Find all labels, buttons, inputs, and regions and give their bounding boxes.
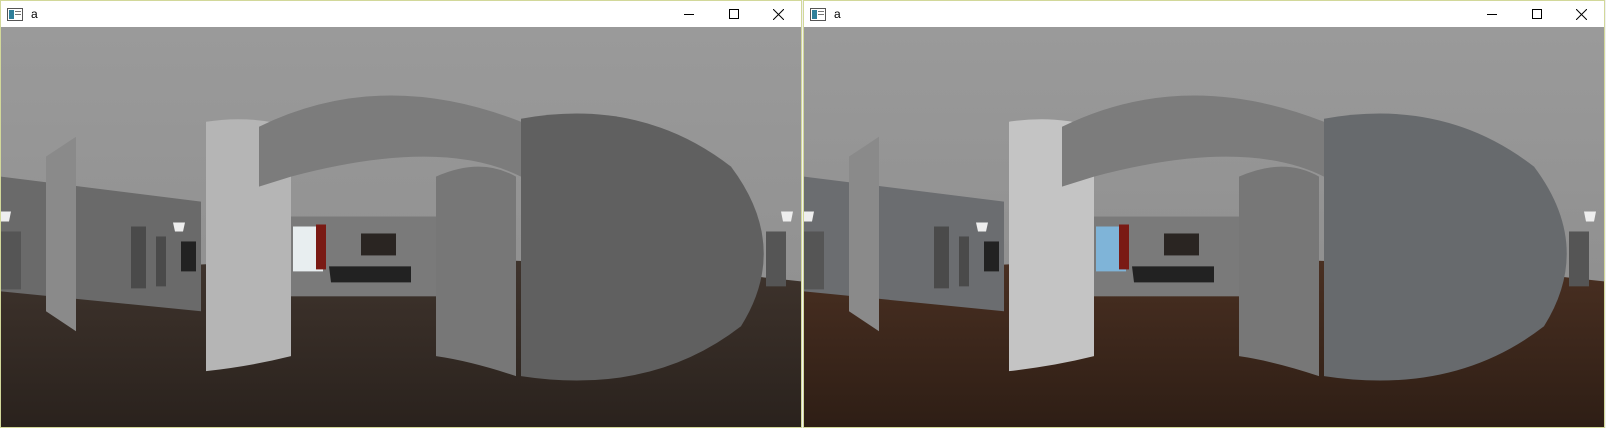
minimize-icon: [1486, 14, 1497, 15]
lamp: [781, 211, 793, 222]
column: [436, 166, 516, 377]
app-icon: [810, 7, 826, 21]
sofa: [329, 266, 411, 283]
door: [934, 226, 949, 289]
doorway: [984, 241, 999, 272]
window-left: a: [0, 0, 802, 428]
panorama-viewport[interactable]: [804, 27, 1604, 427]
painting: [361, 233, 396, 256]
panorama-image: [1, 27, 801, 427]
close-button[interactable]: [1559, 1, 1604, 27]
window-title: a: [31, 7, 38, 21]
column: [1239, 166, 1319, 377]
close-icon: [773, 8, 784, 20]
minimize-button[interactable]: [666, 1, 711, 27]
minimize-button[interactable]: [1469, 1, 1514, 27]
painting: [1164, 233, 1199, 256]
door: [804, 231, 824, 290]
titlebar[interactable]: a: [804, 1, 1604, 27]
panorama-viewport[interactable]: [1, 27, 801, 427]
panorama-image: [804, 27, 1604, 427]
door: [131, 226, 146, 289]
maximize-button[interactable]: [1514, 1, 1559, 27]
lamp: [1584, 211, 1596, 222]
hallway-pillar: [46, 136, 76, 332]
door: [1569, 231, 1589, 287]
app-icon: [7, 7, 23, 21]
door: [1, 231, 21, 290]
close-button[interactable]: [756, 1, 801, 27]
hallway-pillar: [849, 136, 879, 332]
window-right: a: [803, 0, 1605, 428]
maximize-icon: [1531, 9, 1542, 19]
maximize-icon: [728, 9, 739, 19]
titlebar[interactable]: a: [1, 1, 801, 27]
lamp: [976, 222, 988, 232]
door: [959, 236, 969, 287]
curtain: [1119, 224, 1129, 270]
minimize-icon: [683, 14, 694, 15]
lamp: [173, 222, 185, 232]
window-title: a: [834, 7, 841, 21]
doorway: [181, 241, 196, 272]
door: [766, 231, 786, 287]
door: [156, 236, 166, 287]
sofa: [1132, 266, 1214, 283]
curtain: [316, 224, 326, 270]
close-icon: [1576, 8, 1587, 20]
maximize-button[interactable]: [711, 1, 756, 27]
